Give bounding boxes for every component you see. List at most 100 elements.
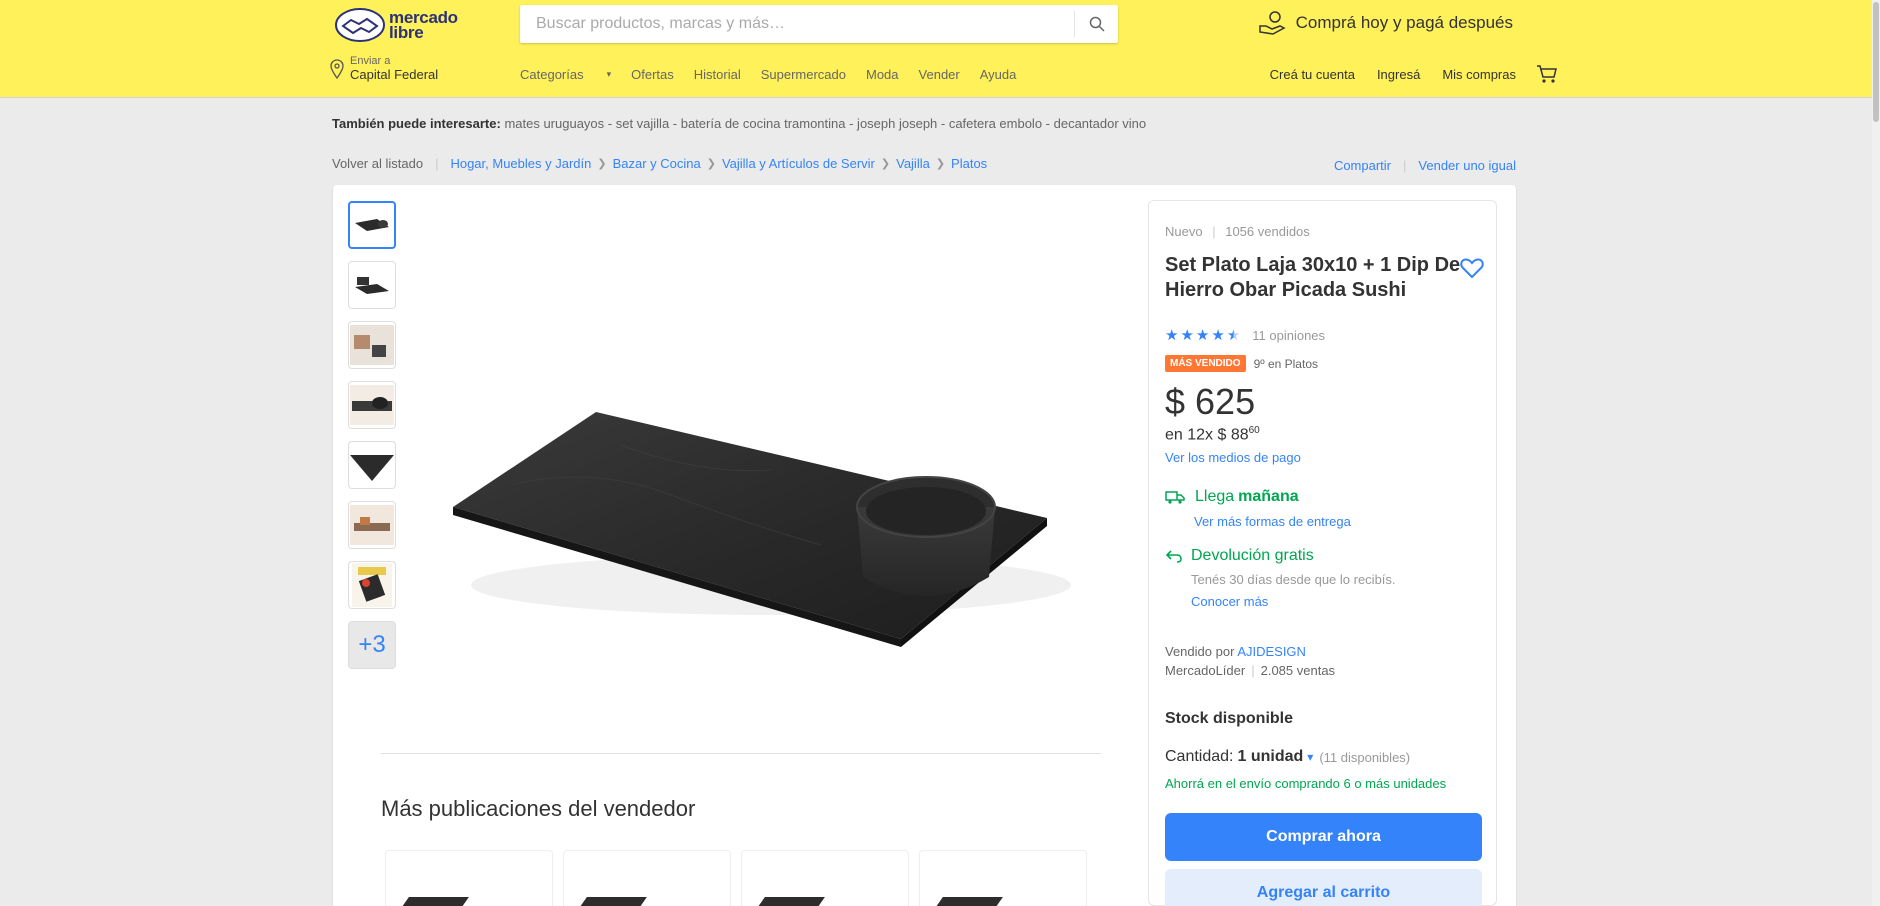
quantity-label: Cantidad: [1165, 748, 1234, 765]
condition-sold: Nuevo | 1056 vendidos [1165, 224, 1310, 239]
return-info: Devolución gratis [1165, 547, 1314, 565]
nav-supermercado[interactable]: Supermercado [761, 67, 846, 82]
cart-icon[interactable] [1536, 64, 1558, 84]
thumbnail[interactable] [348, 501, 396, 549]
scrollbar[interactable] [1872, 0, 1880, 906]
my-purchases-link[interactable]: Mis compras [1442, 67, 1516, 82]
promo-banner[interactable]: Comprá hoy y pagá después [1258, 10, 1513, 36]
product-title: Set Plato Laja 30x10 + 1 Dip De Hierro O… [1165, 254, 1461, 301]
best-seller-badge: MÁS VENDIDO [1165, 355, 1246, 372]
seller-post-card[interactable] [919, 850, 1087, 906]
seller-info: Vendido por AJIDESIGN MercadoLíder | 2.085… [1165, 642, 1335, 680]
delivery-location[interactable]: Enviar a Capital Federal [330, 55, 438, 82]
more-images-button[interactable]: +3 [348, 621, 396, 669]
breadcrumb-item-vajilla-articulos[interactable]: Vajilla y Artículos de Servir [722, 156, 875, 171]
product-thumbnail-image [355, 219, 389, 231]
shipping-prefix: Llega [1195, 488, 1235, 505]
seller-sales: 2.085 ventas [1260, 663, 1336, 678]
breadcrumb-separator: | [435, 156, 439, 171]
breadcrumb-item-hogar[interactable]: Hogar, Muebles y Jardín [450, 156, 591, 171]
share-actions: Compartir | Vender uno igual [1334, 158, 1516, 173]
nav-ofertas[interactable]: Ofertas [631, 67, 674, 82]
product-thumbnail-image [350, 325, 394, 365]
star-full-icon: ★ [1180, 327, 1194, 344]
handshake-logo-icon [335, 8, 385, 42]
chevron-down-icon: ▾ [606, 69, 612, 79]
nav-vender[interactable]: Vender [919, 67, 960, 82]
create-account-link[interactable]: Creá tu cuenta [1270, 67, 1355, 82]
shipping-options-link[interactable]: Ver más formas de entrega [1194, 514, 1351, 529]
breadcrumb-item-bazar[interactable]: Bazar y Cocina [613, 156, 701, 171]
nav-categorias[interactable]: Categorías ▾ [520, 67, 611, 82]
chevron-right-icon: ❯ [935, 158, 946, 170]
return-learn-more-link[interactable]: Conocer más [1191, 594, 1268, 609]
seller-level: MercadoLíder [1165, 663, 1246, 678]
product-main-image[interactable] [441, 285, 1081, 665]
buy-box: Nuevo | 1056 vendidos Set Plato Laja 30x… [1148, 200, 1497, 906]
separator: | [1251, 663, 1255, 678]
return-arrow-icon [1165, 550, 1182, 563]
separator: | [1212, 224, 1216, 239]
thumbnail[interactable] [348, 201, 396, 249]
product-thumbnail-image [350, 385, 394, 425]
seller-post-card[interactable] [385, 850, 553, 906]
buy-now-button[interactable]: Comprar ahora [1165, 813, 1482, 861]
nav-ayuda[interactable]: Ayuda [980, 67, 1017, 82]
nav-moda[interactable]: Moda [866, 67, 899, 82]
payment-methods-link[interactable]: Ver los medios de pago [1165, 450, 1301, 465]
related-searches-items[interactable]: mates uruguayos - set vajilla - batería … [504, 116, 1146, 131]
share-link[interactable]: Compartir [1334, 158, 1391, 173]
product-thumbnail-image [350, 455, 394, 481]
back-to-list-link[interactable]: Volver al listado [332, 156, 423, 171]
share-separator: | [1403, 158, 1407, 173]
seller-posts-list [385, 850, 1097, 906]
shipping-info: Llega mañana [1165, 488, 1299, 506]
account-nav: Creá tu cuenta Ingresá Mis compras [1248, 64, 1558, 84]
star-half-icon: ★ [1226, 327, 1241, 344]
location-value: Capital Federal [350, 67, 439, 82]
thumbnail[interactable] [348, 261, 396, 309]
search-icon [1089, 16, 1105, 32]
product-thumbnail-image [355, 277, 389, 294]
seller-post-card[interactable] [563, 850, 731, 906]
seller-name-link[interactable]: AJIDESIGN [1237, 644, 1306, 659]
heart-icon[interactable] [1460, 257, 1484, 279]
add-to-cart-button[interactable]: Agregar al carrito [1165, 869, 1482, 906]
thumbnail[interactable] [348, 321, 396, 369]
login-link[interactable]: Ingresá [1377, 67, 1420, 82]
sell-same-link[interactable]: Vender uno igual [1418, 158, 1516, 173]
return-subtitle: Tenés 30 días desde que lo recibís. [1191, 572, 1396, 587]
category-rank[interactable]: 9º en Platos [1254, 357, 1318, 371]
search-input[interactable] [520, 5, 1074, 43]
rating[interactable]: ★ ★ ★ ★ ★ 11 opiniones [1165, 326, 1325, 344]
search-button[interactable] [1074, 11, 1118, 37]
location-pin-icon [330, 58, 344, 79]
thumbnail[interactable] [348, 381, 396, 429]
scrollbar-thumb[interactable] [1873, 2, 1879, 122]
chevron-right-icon: ❯ [880, 158, 891, 170]
installments-amount: en 12x $ 88 [1165, 426, 1249, 444]
product-image [577, 897, 647, 906]
chevron-down-icon: ▾ [1307, 750, 1314, 764]
seller-post-card[interactable] [741, 850, 909, 906]
star-full-icon: ★ [1195, 327, 1210, 344]
chevron-right-icon: ❯ [706, 158, 716, 170]
promo-text: Comprá hoy y pagá después [1295, 13, 1513, 32]
thumbnail[interactable] [348, 441, 396, 489]
breadcrumb-item-vajilla[interactable]: Vajilla [896, 156, 930, 171]
nav-historial[interactable]: Historial [694, 67, 741, 82]
hand-coin-icon [1258, 11, 1286, 35]
quantity-selector[interactable]: Cantidad: 1 unidad ▾ (11 disponibles) [1165, 748, 1410, 766]
mercadolibre-logo[interactable]: mercado libre [335, 6, 470, 44]
product-thumbnail-image [350, 505, 394, 545]
breadcrumb-item-platos[interactable]: Platos [951, 156, 987, 171]
star-full-icon: ★ [1165, 327, 1179, 344]
thumbnail[interactable] [348, 561, 396, 609]
related-searches: También puede interesarte: mates uruguay… [332, 116, 1146, 131]
shipping-day: mañana [1238, 488, 1299, 505]
location-label: Enviar a [350, 55, 391, 67]
product-image [755, 897, 825, 906]
seller-prefix: Vendido por [1165, 644, 1235, 659]
seller-posts-title: Más publicaciones del vendedor [381, 796, 696, 821]
star-full-icon: ★ [1211, 327, 1225, 344]
